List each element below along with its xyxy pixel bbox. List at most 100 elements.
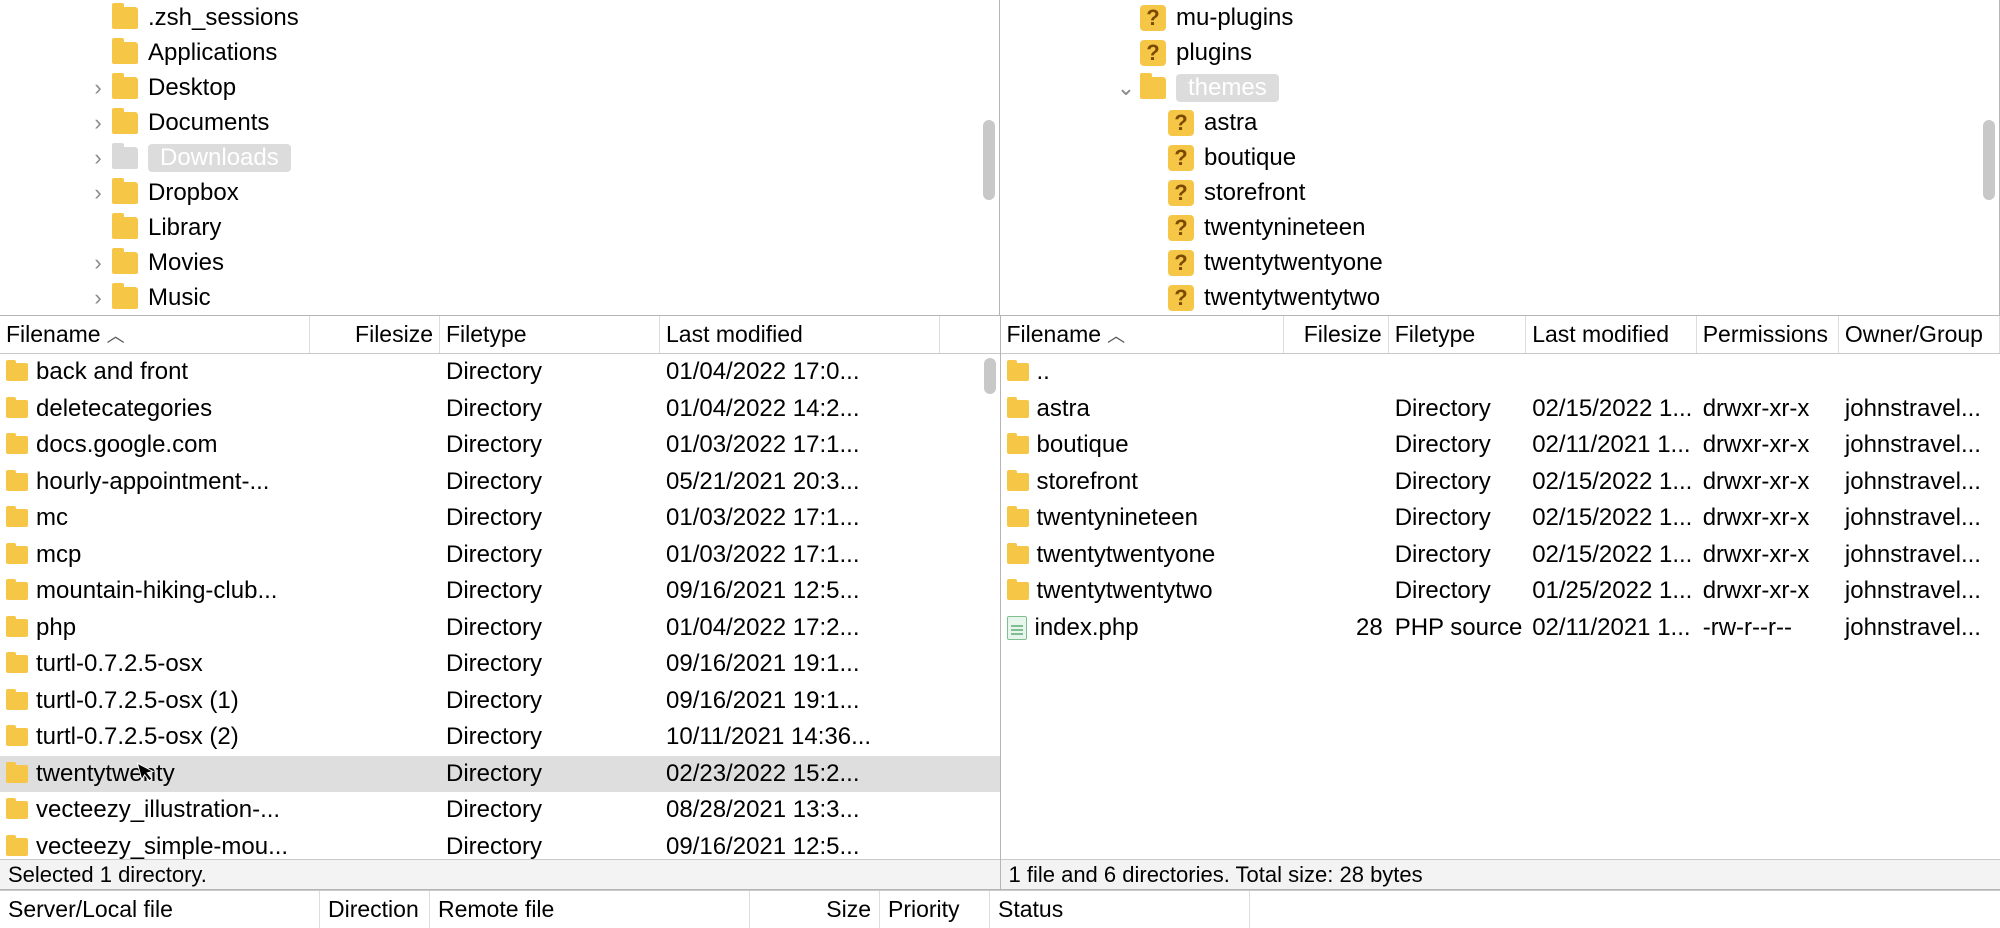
tree-item[interactable]: ·?boutique xyxy=(1000,140,1999,175)
col-filename[interactable]: Filename ︿ xyxy=(1001,316,1285,353)
cell-type: Directory xyxy=(440,395,660,423)
tree-item[interactable]: ⌄themes xyxy=(1000,70,1999,105)
tree-item[interactable]: ›Downloads xyxy=(0,140,999,175)
table-row[interactable]: .. xyxy=(1001,354,2000,391)
remote-tree-pane[interactable]: ·?mu-plugins·?plugins⌄themes·?astra·?bou… xyxy=(1000,0,2000,315)
scrollbar-thumb[interactable] xyxy=(983,120,995,200)
chevron-right-icon[interactable]: › xyxy=(84,285,112,311)
table-row[interactable]: back and frontDirectory01/04/2022 17:0..… xyxy=(0,354,1000,391)
chevron-down-icon[interactable]: ⌄ xyxy=(1112,75,1140,101)
tree-item[interactable]: ·?astra xyxy=(1000,105,1999,140)
cell-filename-wrap: turtl-0.7.2.5-osx (1) xyxy=(0,687,310,715)
folder-icon xyxy=(6,509,28,527)
table-row[interactable]: twentynineteenDirectory02/15/2022 1...dr… xyxy=(1001,500,2000,537)
cell-filename: turtl-0.7.2.5-osx xyxy=(36,650,203,678)
table-row[interactable]: mcDirectory01/03/2022 17:1... xyxy=(0,500,1000,537)
col-filetype[interactable]: Filetype xyxy=(1389,316,1527,353)
chevron-right-icon[interactable]: › xyxy=(84,180,112,206)
cell-type: Directory xyxy=(440,833,660,859)
tree-item[interactable]: ·?twentytwentyone xyxy=(1000,245,1999,280)
scrollbar-thumb[interactable] xyxy=(1983,120,1995,200)
local-tree-pane[interactable]: ·.zsh_sessions·Applications › Desktop ›Docu… xyxy=(0,0,1000,315)
remote-list-pane[interactable]: Filename ︿ Filesize Filetype Last modifi… xyxy=(1001,316,2000,889)
table-row[interactable]: mcpDirectory01/03/2022 17:1... xyxy=(0,537,1000,574)
table-row[interactable]: deletecategoriesDirectory01/04/2022 14:2… xyxy=(0,391,1000,428)
table-row[interactable]: hourly-appointment-...Directory05/21/202… xyxy=(0,464,1000,501)
table-row[interactable]: astraDirectory02/15/2022 1...drwxr-xr-xj… xyxy=(1001,391,2000,428)
chevron-right-icon[interactable]: › xyxy=(84,110,112,136)
table-row[interactable]: turtl-0.7.2.5-osx (2)Directory10/11/2021… xyxy=(0,719,1000,756)
cell-filename-wrap: twentytwentytwo xyxy=(1001,577,1285,605)
tree-item-label: plugins xyxy=(1176,39,1252,67)
cell-filename-wrap: docs.google.com xyxy=(0,431,310,459)
tree-item[interactable]: ›Documents xyxy=(0,105,999,140)
table-row[interactable]: mountain-hiking-club...Directory09/16/20… xyxy=(0,573,1000,610)
tree-item[interactable]: ·?mu-plugins xyxy=(1000,0,1999,35)
tree-item[interactable]: ·Applications xyxy=(0,35,999,70)
qcol-size[interactable]: Size xyxy=(750,891,880,928)
table-row[interactable]: turtl-0.7.2.5-osx Directory09/16/2021 19:… xyxy=(0,646,1000,683)
cell-mod: 09/16/2021 19:1... xyxy=(660,650,940,678)
table-row[interactable]: twentytwentytwoDirectory01/25/2022 1...d… xyxy=(1001,573,2000,610)
cell-filename: index.php xyxy=(1035,614,1139,642)
cell-mod: 02/15/2022 1... xyxy=(1526,504,1697,532)
cell-mod: 02/11/2021 1... xyxy=(1526,431,1697,459)
table-row[interactable]: twentytwentyDirectory02/23/2022 15:2... xyxy=(0,756,1000,793)
scrollbar-thumb[interactable] xyxy=(984,358,996,394)
tree-item[interactable]: ·.zsh_sessions xyxy=(0,0,999,35)
tree-item[interactable]: ·Library xyxy=(0,210,999,245)
chevron-right-icon[interactable]: › xyxy=(84,250,112,276)
cell-mod: 02/15/2022 1... xyxy=(1526,541,1697,569)
cell-filename: twentynineteen xyxy=(1037,504,1198,532)
cell-mod: 01/03/2022 17:1... xyxy=(660,431,940,459)
qcol-status[interactable]: Status xyxy=(990,891,1250,928)
tree-item[interactable]: ·?twentynineteen xyxy=(1000,210,1999,245)
tree-item-label: Desktop xyxy=(148,74,236,102)
tree-item-label: twentynineteen xyxy=(1204,214,1365,242)
chevron-right-icon[interactable]: › xyxy=(84,75,112,101)
cell-mod: 01/04/2022 17:0... xyxy=(660,358,940,386)
tree-item-label: Movies xyxy=(148,249,224,277)
tree-item[interactable]: › Music xyxy=(0,280,999,315)
col-owner-group[interactable]: Owner/Group xyxy=(1839,316,2000,353)
tree-item-label: storefront xyxy=(1204,179,1305,207)
tree-item[interactable]: ›Dropbox xyxy=(0,175,999,210)
table-row[interactable]: storefrontDirectory02/15/2022 1...drwxr-… xyxy=(1001,464,2000,501)
col-filesize[interactable]: Filesize xyxy=(310,316,440,353)
cell-filename-wrap: turtl-0.7.2.5-osx (2) xyxy=(0,723,310,751)
cell-type: Directory xyxy=(440,650,660,678)
tree-item[interactable]: › Movies xyxy=(0,245,999,280)
qcol-server[interactable]: Server/Local file xyxy=(0,891,320,928)
col-filesize[interactable]: Filesize xyxy=(1284,316,1388,353)
table-row[interactable]: vecteezy_illustration-...Directory08/28/… xyxy=(0,792,1000,829)
tree-item[interactable]: ·?storefront xyxy=(1000,175,1999,210)
tree-item-label: Applications xyxy=(148,39,277,67)
col-filename[interactable]: Filename ︿ xyxy=(0,316,310,353)
qcol-direction[interactable]: Direction xyxy=(320,891,430,928)
cell-filename: back and front xyxy=(36,358,188,386)
tree-item-label: mu-plugins xyxy=(1176,4,1293,32)
table-row[interactable]: boutiqueDirectory02/11/2021 1...drwxr-xr… xyxy=(1001,427,2000,464)
tree-item[interactable]: › Desktop xyxy=(0,70,999,105)
tree-item-label: Music xyxy=(148,284,211,312)
cell-filename-wrap: deletecategories xyxy=(0,395,310,423)
local-list-pane[interactable]: Filename ︿ Filesize Filetype Last modifi… xyxy=(0,316,1001,889)
folder-icon xyxy=(1007,436,1029,454)
table-row[interactable]: turtl-0.7.2.5-osx (1)Directory09/16/2021… xyxy=(0,683,1000,720)
tree-item[interactable]: ·?twentytwentytwo xyxy=(1000,280,1999,315)
col-filetype[interactable]: Filetype xyxy=(440,316,660,353)
chevron-right-icon[interactable]: › xyxy=(84,145,112,171)
col-last-modified[interactable]: Last modified xyxy=(660,316,940,353)
qcol-remote[interactable]: Remote file xyxy=(430,891,750,928)
tree-item[interactable]: ·?plugins xyxy=(1000,35,1999,70)
table-row[interactable]: phpDirectory01/04/2022 17:2... xyxy=(0,610,1000,647)
qcol-priority[interactable]: Priority xyxy=(880,891,990,928)
col-permissions[interactable]: Permissions xyxy=(1697,316,1839,353)
folder-icon xyxy=(6,655,28,673)
table-row[interactable]: docs.google.comDirectory01/03/2022 17:1.… xyxy=(0,427,1000,464)
table-row[interactable]: index.php28PHP source02/11/2021 1...-rw-… xyxy=(1001,610,2000,647)
cell-mod: 01/25/2022 1... xyxy=(1526,577,1697,605)
table-row[interactable]: vecteezy_simple-mou...Directory09/16/202… xyxy=(0,829,1000,860)
col-last-modified[interactable]: Last modified xyxy=(1526,316,1697,353)
table-row[interactable]: twentytwentyoneDirectory02/15/2022 1...d… xyxy=(1001,537,2000,574)
